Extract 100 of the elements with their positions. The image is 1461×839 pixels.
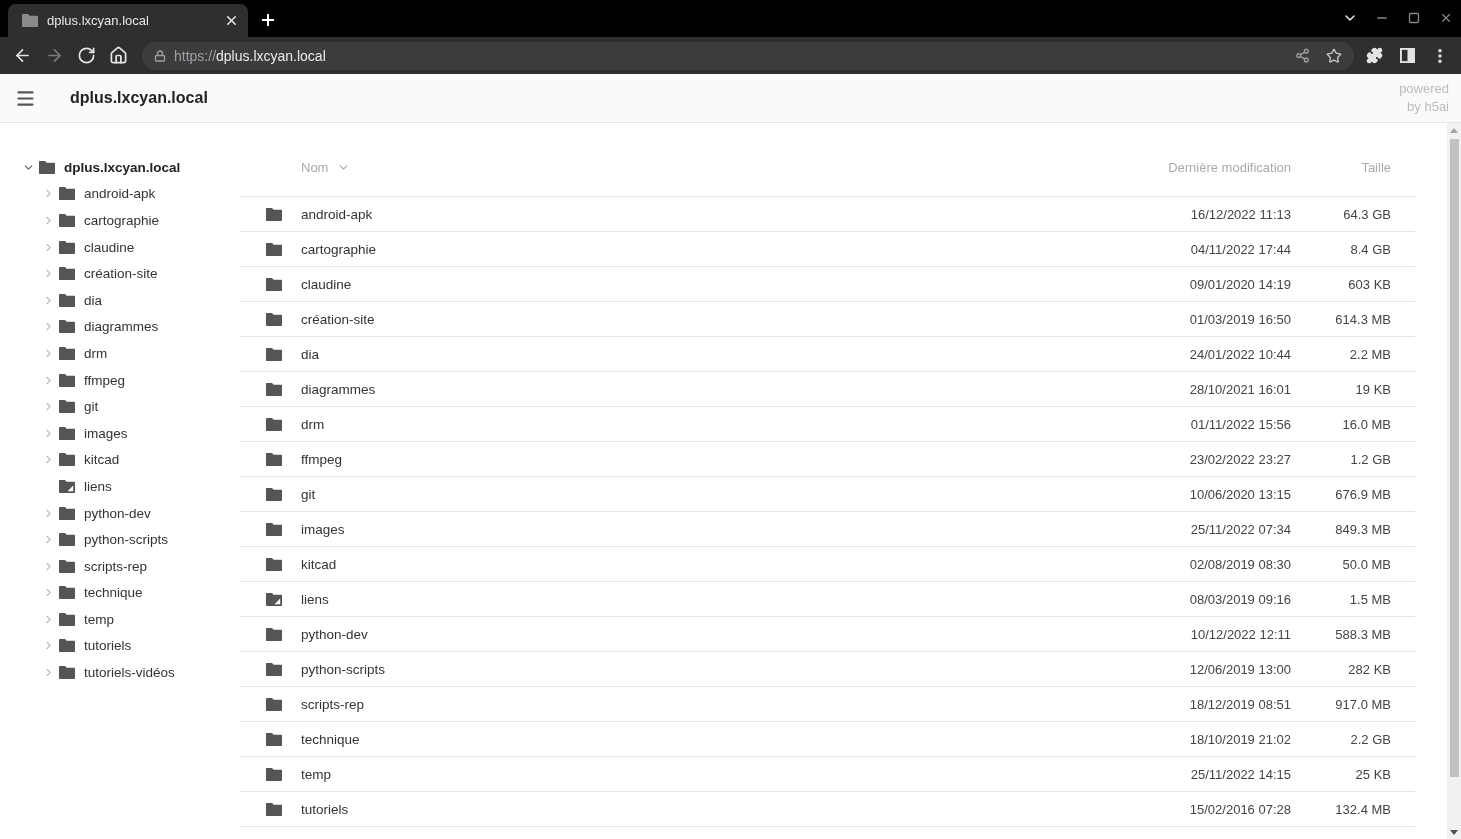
file-size: 25 KB [1355,766,1391,782]
folder-name-link[interactable]: python-dev [301,626,368,642]
folder-icon [59,373,75,387]
folder-name-link[interactable]: diagrammes [301,381,376,397]
modified-date: 28/10/2021 16:01 [1189,381,1291,397]
folder-name-link[interactable]: drm [301,416,325,432]
folder-name-link[interactable]: ffmpeg [301,451,343,467]
file-size: 282 KB [1348,661,1391,677]
file-size: 50.0 MB [1342,556,1391,572]
folder-icon [59,453,75,467]
file-size: 1.5 MB [1349,591,1391,607]
folder-name-link[interactable]: temp [301,766,331,782]
folder-name-link[interactable]: cartographie [301,241,377,257]
modified-date: 10/12/2022 12:11 [1190,626,1291,642]
tree-item[interactable]: claudine [84,239,135,255]
tree-item[interactable]: liens [84,478,112,494]
puzzle-icon[interactable] [1366,47,1383,64]
reload-icon[interactable] [76,46,96,65]
tree-item[interactable]: tutoriels-vidéos [84,665,175,681]
folder-icon [59,214,75,227]
tree-item[interactable]: dplus.lxcyan.local [64,159,181,175]
folder-shortcut-icon [266,592,282,606]
folder-icon [59,293,75,307]
tree-item[interactable]: python-dev [84,505,151,521]
folder-name-link[interactable]: kitcad [301,556,337,572]
tree-item[interactable]: technique [84,585,143,601]
tree-item[interactable]: python-scripts [84,532,169,548]
tree-item[interactable]: ffmpeg [84,372,126,388]
modified-date: 02/08/2019 08:30 [1189,556,1291,572]
tree-item[interactable]: diagrammes [84,319,159,335]
folder-name-link[interactable]: liens [301,591,329,607]
folder-name-link[interactable]: git [301,486,316,502]
modified-date: 18/10/2019 21:02 [1189,731,1291,747]
folder-icon [266,697,282,711]
tree-item[interactable]: création-site [84,266,158,282]
tree-item[interactable]: tutoriels [84,638,132,654]
scroll-down-icon[interactable] [1450,829,1458,835]
tree-item[interactable]: drm [84,345,108,361]
folder-icon [266,382,282,396]
folder-icon [266,242,282,256]
folder-icon [59,506,75,520]
home-icon[interactable] [108,46,128,65]
lock-icon[interactable] [154,49,166,62]
modified-date: 23/02/2022 23:27 [1189,451,1291,467]
tree-item[interactable]: git [84,399,99,415]
folder-icon [59,346,75,360]
folder-name-link[interactable]: python-scripts [301,661,386,677]
site-title[interactable]: dplus.lxcyan.local [70,89,208,107]
folder-icon [266,277,282,291]
file-size: 19 KB [1355,381,1391,397]
folder-name-link[interactable]: tutoriels [301,801,349,817]
tree-item[interactable]: kitcad [84,452,120,468]
folder-name-link[interactable]: dia [301,346,319,362]
modified-date: 18/12/2019 08:51 [1189,696,1291,712]
folder-icon [266,802,282,816]
folder-name-link[interactable]: scripts-rep [301,696,364,712]
tree-item[interactable]: images [84,425,128,441]
tab-title: dplus.lxcyan.local [47,12,150,28]
folder-icon [59,320,75,334]
modified-date: 08/03/2019 09:16 [1189,591,1291,607]
modified-date: 25/11/2022 07:34 [1190,521,1291,537]
modified-date: 24/01/2022 10:44 [1189,346,1291,362]
file-size: 917.0 MB [1335,696,1391,712]
folder-name-link[interactable]: claudine [301,276,352,292]
folder-icon [22,13,38,27]
folder-icon [59,533,75,547]
modified-date: 09/01/2020 14:19 [1189,276,1291,292]
folder-icon [59,187,75,201]
browser-tab[interactable]: dplus.lxcyan.local [8,4,248,37]
modified-date: 01/03/2019 16:50 [1189,311,1291,327]
tree-item[interactable]: temp [84,611,114,627]
share-icon[interactable] [1294,48,1310,63]
file-size: 64.3 GB [1343,206,1391,222]
scroll-up-icon[interactable] [1450,127,1458,133]
file-size: 676.9 MB [1335,486,1391,502]
folder-name-link[interactable]: images [301,521,345,537]
tree-item[interactable]: android-apk [84,186,156,202]
folder-icon [266,312,282,326]
folder-icon [266,767,282,781]
tree-item[interactable]: cartographie [84,213,160,228]
scrollbar[interactable] [1447,123,1461,839]
tree-item[interactable]: dia [84,292,102,308]
folder-icon [59,267,75,281]
folder-name-link[interactable]: technique [301,731,360,747]
url-scheme: https:// [174,47,217,64]
tree-item[interactable]: scripts-rep [84,558,147,574]
star-icon[interactable] [1326,47,1342,64]
modified-date: 16/12/2022 11:13 [1190,206,1291,222]
folder-icon [266,347,282,361]
folder-icon [266,417,282,431]
file-size: 132.4 MB [1335,801,1391,817]
folder-icon [266,487,282,501]
folder-name-link[interactable]: android-apk [301,206,373,222]
address-bar[interactable]: https://dplus.lxcyan.local [142,41,1354,70]
folder-icon [39,160,55,174]
folder-name-link[interactable]: création-site [301,311,375,327]
file-size: 2.2 MB [1349,346,1391,362]
side-panel-icon[interactable] [1400,48,1415,63]
plus-icon[interactable] [259,11,277,29]
maximize-icon[interactable] [1408,11,1420,24]
